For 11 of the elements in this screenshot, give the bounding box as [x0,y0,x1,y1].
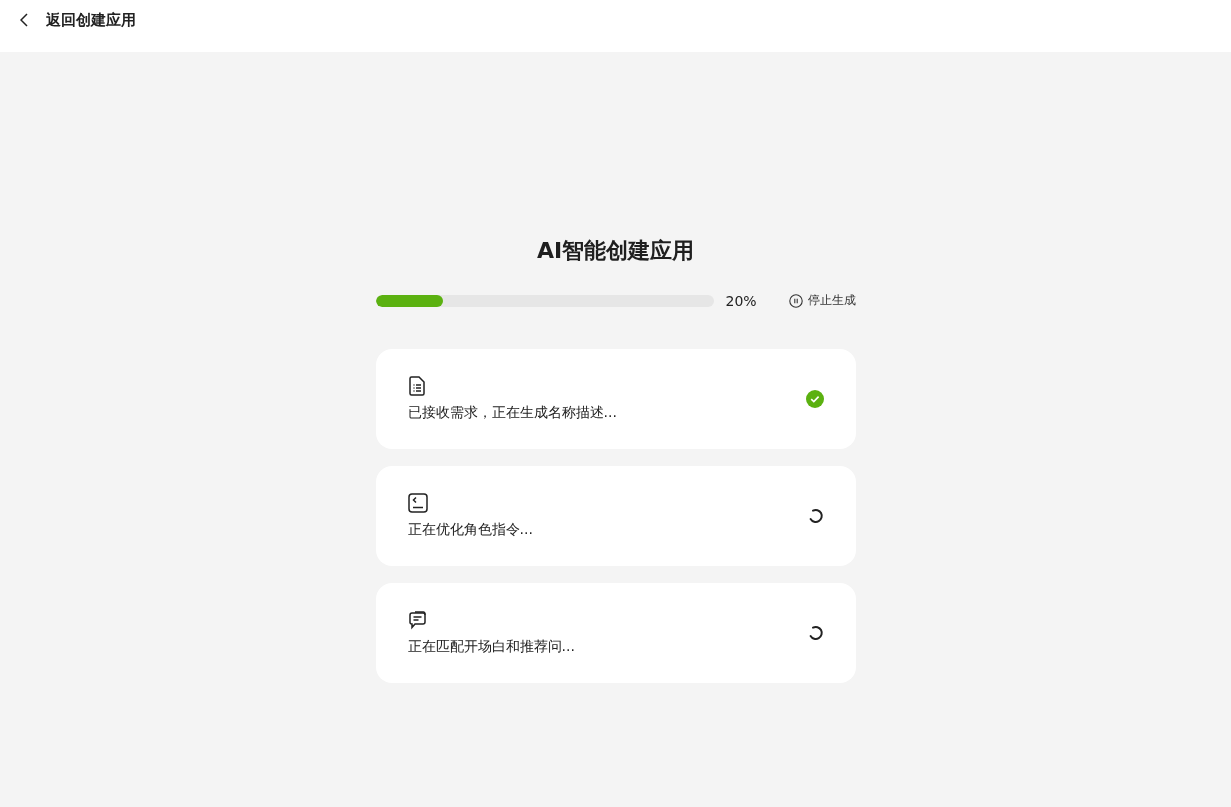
step-text: 已接收需求，正在生成名称描述... [407,404,617,422]
page-title: AI智能创建应用 [535,237,696,265]
pause-icon [788,293,803,308]
step-text: 正在优化角色指令... [407,521,533,539]
back-button[interactable]: 返回创建应用 [20,10,136,30]
document-icon [407,376,426,396]
stop-button[interactable]: 停止生成 [788,292,856,309]
step-text: 正在匹配开场白和推荐问... [407,638,575,656]
chat-icon [407,610,428,630]
progress-percent: 20% [725,292,757,309]
terminal-icon [407,493,428,513]
